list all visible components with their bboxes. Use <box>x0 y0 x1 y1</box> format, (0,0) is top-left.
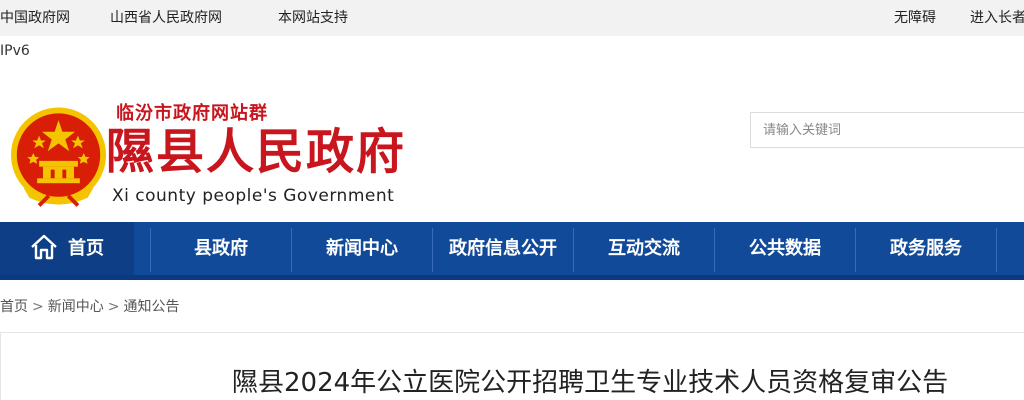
top-utility-bar: 中国政府网 山西省人民政府网 本网站支持 无障碍 进入长者 <box>0 0 1024 36</box>
nav-item-interaction[interactable]: 互动交流 <box>574 222 714 275</box>
breadcrumb-news[interactable]: 新闻中心 <box>48 299 104 315</box>
breadcrumb-notices[interactable]: 通知公告 <box>123 299 179 315</box>
main-nav: 首页 县政府 新闻中心 政府信息公开 互动交流 公共数据 政务服务 <box>0 222 1024 280</box>
breadcrumb-separator: > <box>107 299 120 315</box>
link-accessibility[interactable]: 无障碍 <box>894 7 936 27</box>
nav-item-services[interactable]: 政务服务 <box>856 222 996 275</box>
nav-label-home: 首页 <box>68 238 104 259</box>
nav-item-news[interactable]: 新闻中心 <box>292 222 432 275</box>
link-china-gov[interactable]: 中国政府网 <box>0 7 70 27</box>
nav-item-gov-info[interactable]: 政府信息公开 <box>433 222 573 275</box>
search-input[interactable]: 请输入关键词 <box>750 112 1024 148</box>
national-emblem-icon <box>10 107 107 207</box>
link-shanxi-gov[interactable]: 山西省人民政府网 <box>110 7 222 27</box>
nav-item-home[interactable]: 首页 <box>0 222 134 275</box>
ipv6-badge: IPv6 <box>0 43 30 59</box>
home-icon <box>31 234 57 260</box>
breadcrumb-home[interactable]: 首页 <box>0 299 28 315</box>
article-title: 隰县2024年公立医院公开招聘卫生专业技术人员资格复审公告 <box>232 368 949 398</box>
breadcrumb: 首页 > 新闻中心 > 通知公告 <box>0 296 179 316</box>
nav-divider <box>996 228 997 272</box>
site-title[interactable]: 隰县人民政府 <box>106 122 406 182</box>
breadcrumb-separator: > <box>32 299 44 315</box>
nav-item-county-gov[interactable]: 县政府 <box>151 222 291 275</box>
link-site-support[interactable]: 本网站支持 <box>278 7 348 27</box>
nav-item-public-data[interactable]: 公共数据 <box>715 222 855 275</box>
site-title-english: Xi county people's Government <box>112 186 395 206</box>
link-elder-mode[interactable]: 进入长者 <box>970 7 1024 27</box>
